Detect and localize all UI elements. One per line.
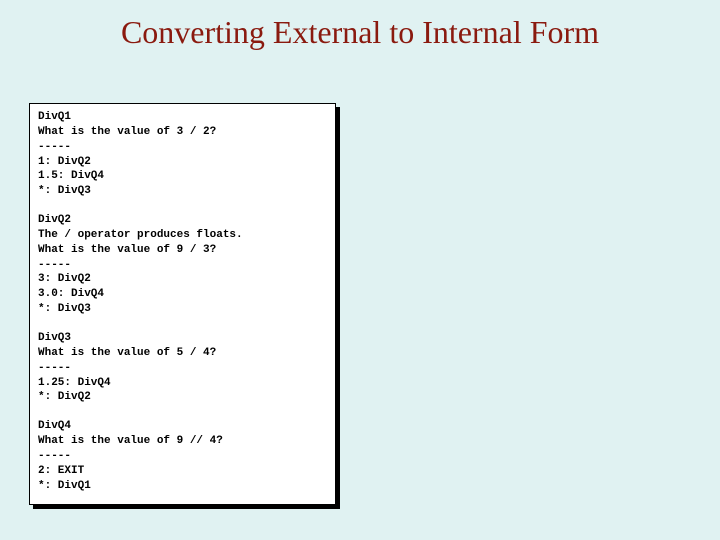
slide: Converting External to Internal Form Div… [0,0,720,540]
slide-title: Converting External to Internal Form [0,14,720,51]
code-block-q4: DivQ4 What is the value of 9 // 4? -----… [38,419,327,493]
code-block-q1: DivQ1 What is the value of 3 / 2? ----- … [38,110,327,199]
code-block-q2: DivQ2 The / operator produces floats. Wh… [38,213,327,317]
code-block-q3: DivQ3 What is the value of 5 / 4? ----- … [38,331,327,405]
codebox: DivQ1 What is the value of 3 / 2? ----- … [29,103,336,505]
